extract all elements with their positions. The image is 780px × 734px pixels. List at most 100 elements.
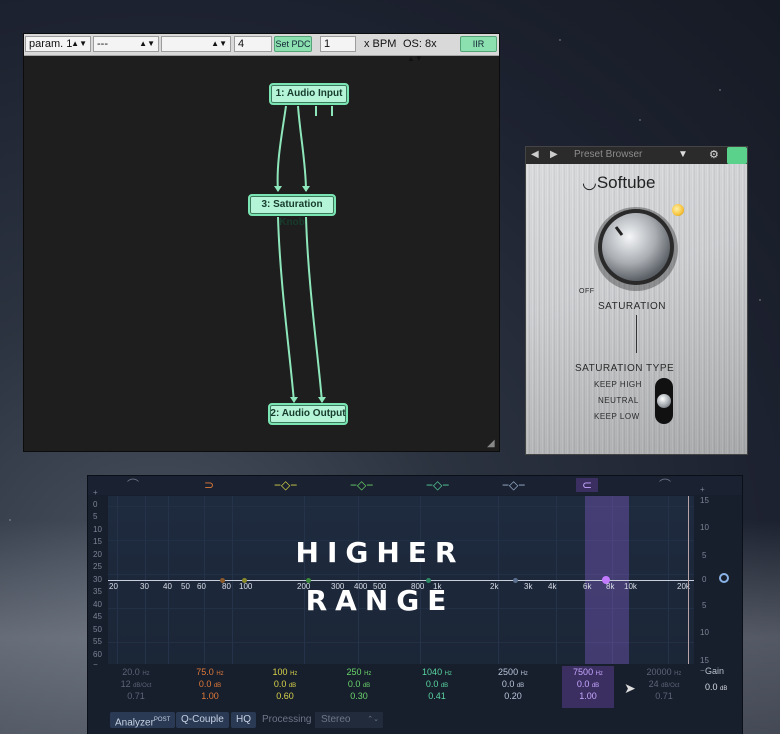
gear-icon[interactable]: ⚙ xyxy=(709,148,719,161)
band2-gain[interactable]: 0.0 xyxy=(199,679,212,689)
processing-label: Processing xyxy=(262,714,312,725)
softube-logo: ◡Softube xyxy=(582,173,655,193)
band1-slope-unit: dB/Oct xyxy=(133,683,152,689)
band4-params[interactable]: 250 Hz 0.0 dB 0.30 xyxy=(329,666,389,702)
band6-params[interactable]: 2500 Hz 0.0 dB 0.20 xyxy=(483,666,543,702)
gain-readout[interactable]: 0.0 dB xyxy=(705,682,727,692)
preset-browser-label[interactable]: Preset Browser xyxy=(574,149,642,160)
band1-freq[interactable]: 20.0 xyxy=(122,667,140,677)
power-icon[interactable] xyxy=(727,147,747,164)
eq-plot-area[interactable] xyxy=(108,496,694,664)
cord-knob-to-output-right[interactable] xyxy=(305,216,323,403)
band2-q[interactable]: 1.00 xyxy=(180,690,240,702)
band5-params[interactable]: 1040 Hz 0.0 dB 0.41 xyxy=(407,666,467,702)
band8-freq[interactable]: 20000 xyxy=(647,667,672,677)
band7-q[interactable]: 1.00 xyxy=(562,690,614,702)
band3-bell-icon[interactable]: −◇− xyxy=(274,478,297,492)
node-audio-input[interactable]: 1: Audio Input xyxy=(269,83,349,105)
band3-freq[interactable]: 100 xyxy=(273,667,288,677)
band3-gain-unit: dB xyxy=(288,683,297,689)
band1-slope[interactable]: 12 xyxy=(121,679,131,689)
band3-q[interactable]: 0.60 xyxy=(255,690,315,702)
prev-preset-icon[interactable]: ◀ xyxy=(531,149,539,160)
y-label: 5 xyxy=(93,512,98,521)
resize-grip-icon[interactable]: ◢ xyxy=(487,439,497,449)
band1-q[interactable]: 0.71 xyxy=(106,690,166,702)
saturation-knob[interactable] xyxy=(586,205,686,295)
processing-select[interactable]: Stereo ⌃⌄ xyxy=(315,712,383,728)
band8-slope-unit: dB/Oct xyxy=(661,683,680,689)
preset-dropdown-icon[interactable]: ▼ xyxy=(678,149,688,160)
band1-highpass-icon[interactable]: ⌒ xyxy=(122,478,144,492)
gain-axis-label: 15 xyxy=(700,656,709,665)
band4-freq[interactable]: 250 xyxy=(347,667,362,677)
updown-arrow-icon: ⌃⌄ xyxy=(367,716,379,723)
cord-input-to-knob-left[interactable] xyxy=(276,105,287,192)
band7-freq[interactable]: 7500 xyxy=(573,667,593,677)
band7-params[interactable]: 7500 Hz 0.0 dB 1.00 xyxy=(562,666,614,708)
band5-gain[interactable]: 0.0 xyxy=(426,679,439,689)
cord-input-to-knob-right[interactable] xyxy=(297,105,307,192)
q-couple-button[interactable]: Q-Couple xyxy=(176,712,229,728)
gain-axis-label: + xyxy=(700,485,705,494)
band1-params[interactable]: 20.0 Hz 12 dB/Oct 0.71 xyxy=(106,666,166,702)
band8-lowpass-icon[interactable]: ⌒ xyxy=(654,478,676,492)
band6-q[interactable]: 0.20 xyxy=(483,690,543,702)
band8-slope[interactable]: 24 xyxy=(649,679,659,689)
cord-knob-to-output-left[interactable] xyxy=(277,216,295,403)
mouse-cursor-icon: ➤ xyxy=(624,680,636,696)
saturation-type-switch[interactable] xyxy=(655,378,673,424)
band5-q[interactable]: 0.41 xyxy=(407,690,467,702)
band2-freq[interactable]: 75.0 xyxy=(196,667,214,677)
band7-highshelf-icon[interactable]: ⊂ xyxy=(576,478,598,492)
band3-params[interactable]: 100 Hz 0.0 dB 0.60 xyxy=(255,666,315,702)
band6-freq[interactable]: 2500 xyxy=(498,667,518,677)
switch-knob xyxy=(657,394,671,408)
node-saturation-knob[interactable]: 3: Saturation Knob xyxy=(248,194,336,228)
gain-handle[interactable] xyxy=(719,573,729,583)
analyzer-post: POST xyxy=(153,717,171,723)
analyzer-button[interactable]: AnalyzerPOST xyxy=(110,712,176,729)
node-audio-output[interactable]: 2: Audio Output xyxy=(268,403,348,425)
band5-handle[interactable] xyxy=(426,578,431,583)
band4-gain-unit: dB xyxy=(362,683,371,689)
analyzer-label: Analyzer xyxy=(115,717,154,729)
band5-freq[interactable]: 1040 xyxy=(422,667,442,677)
y-label: 60 xyxy=(93,650,102,659)
hq-button[interactable]: HQ xyxy=(231,712,256,728)
band6-bell-icon[interactable]: −◇− xyxy=(502,478,525,492)
band8-q[interactable]: 0.71 xyxy=(634,690,694,702)
band2-lowshelf-icon[interactable]: ⊃ xyxy=(198,478,220,492)
y-label: + xyxy=(93,488,98,497)
patch-cords xyxy=(274,105,333,403)
band8-params[interactable]: 20000 Hz 24 dB/Oct 0.71 xyxy=(634,666,694,702)
band6-freq-unit: Hz xyxy=(520,671,528,677)
next-preset-icon[interactable]: ▶ xyxy=(550,149,558,160)
processing-value: Stereo xyxy=(321,714,351,725)
band3-gain[interactable]: 0.0 xyxy=(274,679,287,689)
divider-line xyxy=(636,315,637,353)
band4-q[interactable]: 0.30 xyxy=(329,690,389,702)
band5-bell-icon[interactable]: −◇− xyxy=(426,478,449,492)
option-neutral: NEUTRAL xyxy=(598,396,639,405)
band2-gain-unit: dB xyxy=(213,683,222,689)
eq-plugin: ⌒ ⊃ −◇− −◇− −◇− −◇− ⊂ ⌒ + 0 5 10 15 20 2… xyxy=(88,476,742,734)
y-label: 0 xyxy=(93,500,98,509)
band2-params[interactable]: 75.0 Hz 0.0 dB 1.00 xyxy=(180,666,240,702)
y-label: − xyxy=(93,660,98,669)
band6-handle[interactable] xyxy=(513,578,518,583)
band3-freq-unit: Hz xyxy=(290,671,298,677)
gain-unit: dB xyxy=(720,686,728,692)
band4-gain[interactable]: 0.0 xyxy=(348,679,361,689)
gain-axis-label: 0 xyxy=(702,575,707,584)
gain-value: 0.0 xyxy=(705,682,718,692)
option-keep-low: KEEP LOW xyxy=(594,412,640,421)
band6-gain[interactable]: 0.0 xyxy=(502,679,515,689)
gain-axis-label: 10 xyxy=(700,523,709,532)
band5-gain-unit: dB xyxy=(440,683,449,689)
band7-gain[interactable]: 0.0 xyxy=(577,679,590,689)
arrow-head-icon xyxy=(274,186,282,192)
band4-bell-icon[interactable]: −◇− xyxy=(350,478,373,492)
gain-axis-label: 10 xyxy=(700,628,709,637)
band7-freq-unit: Hz xyxy=(595,671,603,677)
